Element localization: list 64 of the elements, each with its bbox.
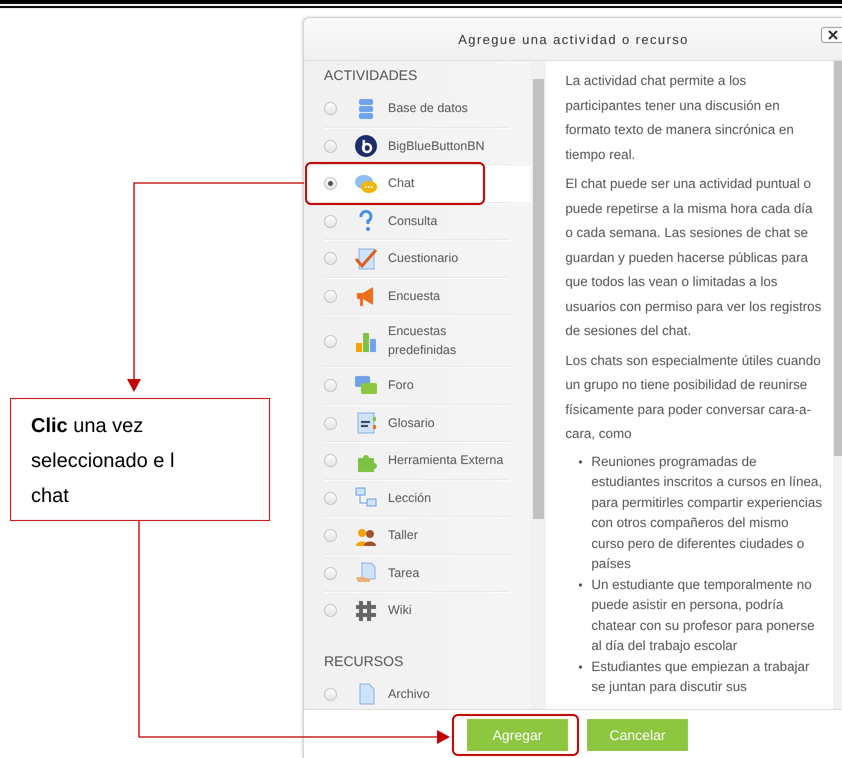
activity-item[interactable]: Cuestionario xyxy=(304,241,532,276)
activity-label: Chat xyxy=(388,175,414,192)
activity-item[interactable]: Glosario xyxy=(304,406,532,441)
section-heading: ACTIVIDADES xyxy=(323,66,418,85)
close-icon xyxy=(828,30,838,40)
radio-button[interactable] xyxy=(324,566,337,580)
radio-button[interactable] xyxy=(324,416,337,430)
description-bullet: Reuniones programadas de estudiantes inscritos a cursos en línea, para permitirles compartir experiencias con otros compañeros del mismo curso pero de diferentes ciudades o países xyxy=(591,452,823,573)
activity-label: Wiki xyxy=(388,602,412,620)
activity-label: Lección xyxy=(388,490,432,507)
activity-item[interactable]: Herramienta Externa xyxy=(304,443,532,478)
radio-button[interactable] xyxy=(324,604,337,618)
activity-label: Glosario xyxy=(388,414,435,432)
bullet-marker: • xyxy=(578,576,584,594)
close-button[interactable] xyxy=(821,27,842,43)
description-bullet: Estudiantes que empiezan a trabajar se juntan para discutir sus xyxy=(591,658,810,696)
scrollbar[interactable] xyxy=(531,61,546,709)
activity-label: Herramienta Externa xyxy=(388,452,504,470)
letter-b-icon xyxy=(354,134,378,158)
radio-button[interactable] xyxy=(324,140,337,153)
woven-grid-icon xyxy=(354,598,378,623)
activity-item[interactable]: Base de datos xyxy=(304,91,532,126)
activity-item[interactable]: Taller xyxy=(304,518,532,554)
activity-item[interactable]: Wiki xyxy=(304,593,532,628)
description-paragraph: La actividad chat permite a los participantes tener una discusión en formato texto de manera sincrónica en tiempo real. xyxy=(565,72,795,164)
radio-button[interactable] xyxy=(324,177,337,190)
radio-button[interactable] xyxy=(324,290,337,303)
activity-label: Cuestionario xyxy=(388,250,458,268)
description-paragraph: El chat puede ser una actividad puntual o puede repetirse a la misma hora cada día o cada semana. Las sesiones de chat se guardan y pueden hacerse públicas para que todos las vean o limitadas a los usuarios con permiso para ver los registros de sesiones del chat. xyxy=(565,175,822,340)
activity-label: BigBlueButtonBN xyxy=(388,138,485,155)
description-paragraph: Los chats son especialmente útiles cuando un grupo no tiene posibilidad de reunirse físicamente para poder conversar cara-a-cara, como xyxy=(565,352,822,443)
radio-button[interactable] xyxy=(324,454,337,468)
radio-button[interactable] xyxy=(324,102,337,116)
activity-label: Archivo xyxy=(388,686,430,703)
radio-button[interactable] xyxy=(324,688,337,701)
radio-button[interactable] xyxy=(324,334,337,348)
section-heading: RECURSOS xyxy=(323,652,404,670)
activity-item[interactable]: Consulta xyxy=(304,204,532,239)
radio-button[interactable] xyxy=(324,214,337,228)
radio-button[interactable] xyxy=(324,252,337,266)
scrollbar[interactable] xyxy=(833,61,842,709)
dialog-title: Agregue una actividad o recurso xyxy=(458,32,689,46)
activity-label: Taller xyxy=(388,527,418,544)
activity-item[interactable]: BigBlueButtonBN xyxy=(304,128,532,164)
activity-item[interactable]: Encuesta xyxy=(304,278,532,314)
bullet-marker: • xyxy=(578,454,584,470)
radio-button[interactable] xyxy=(324,529,337,542)
activity-label: Encuesta xyxy=(388,288,440,305)
radio-button[interactable] xyxy=(324,379,337,392)
activity-label: Consulta xyxy=(388,212,438,230)
activity-label: Encuestas predefinidas xyxy=(388,323,458,359)
description-bullet: Un estudiante que temporalmente no puede asistir en persona, podría chatear con su profesor para ponerse al día del trabajo escolar xyxy=(591,576,816,655)
activity-item[interactable]: Tarea xyxy=(304,556,532,591)
bullet-marker: • xyxy=(578,658,584,676)
activity-item[interactable]: Lección xyxy=(304,480,532,516)
callout-note: Clic una vez seleccionado e l chat xyxy=(10,398,270,521)
activity-item[interactable]: Encuestas predefinidas xyxy=(304,316,532,366)
activity-item[interactable]: Foro xyxy=(304,368,532,404)
activity-item[interactable]: Archivo xyxy=(304,676,532,709)
activity-label: Foro xyxy=(388,377,414,394)
radio-button[interactable] xyxy=(324,492,337,505)
checklist-icon xyxy=(354,246,378,271)
activity-label: Base de datos xyxy=(388,100,468,118)
activity-label: Tarea xyxy=(388,564,420,582)
